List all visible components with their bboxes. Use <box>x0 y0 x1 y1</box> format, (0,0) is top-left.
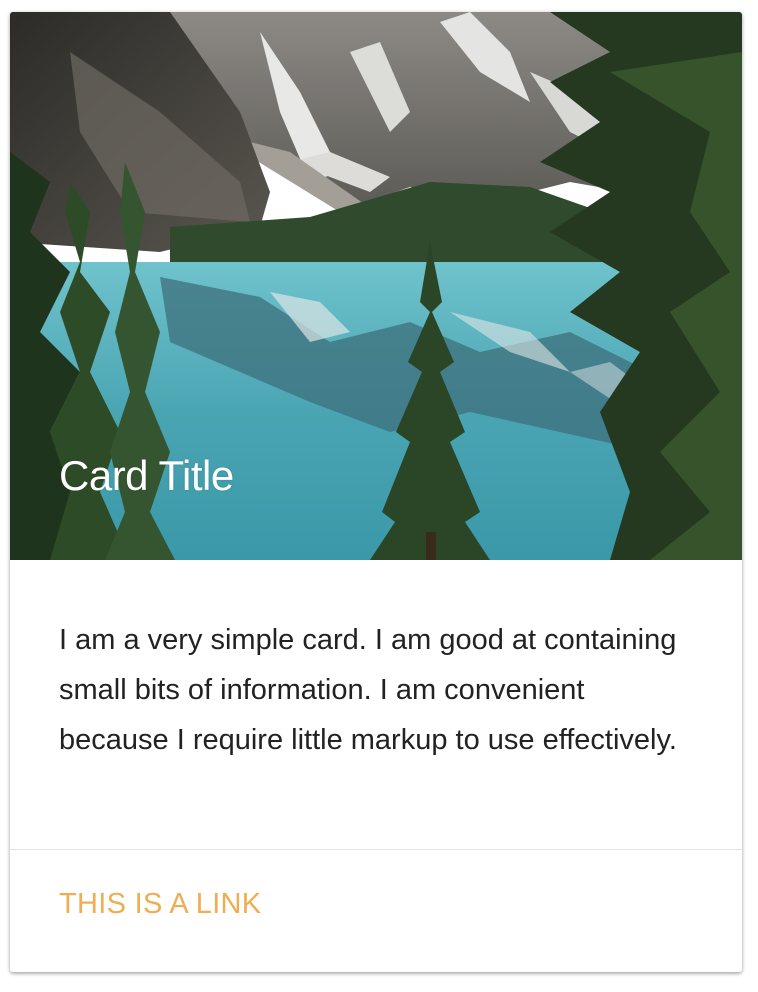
card-content: I am a very simple card. I am good at co… <box>10 560 742 850</box>
card-link[interactable]: THIS IS A LINK <box>59 888 261 920</box>
card-image: Card Title <box>10 12 742 560</box>
card: Card Title I am a very simple card. I am… <box>10 12 742 972</box>
card-title: Card Title <box>59 452 234 499</box>
card-action: THIS IS A LINK <box>10 850 742 921</box>
card-description: I am a very simple card. I am good at co… <box>59 624 677 756</box>
